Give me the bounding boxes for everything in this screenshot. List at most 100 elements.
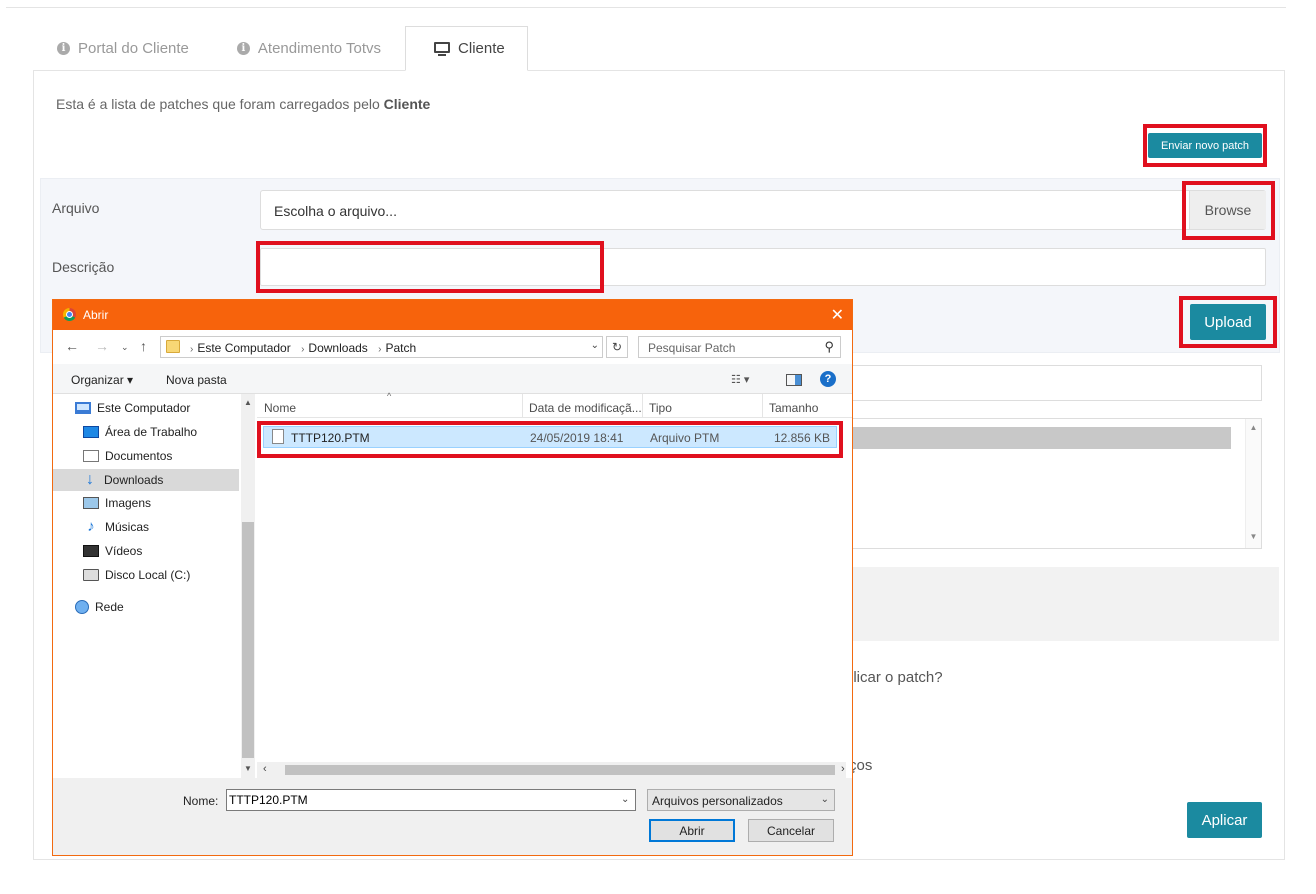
tree-item-imagens[interactable]: Imagens (83, 492, 151, 514)
file-name: TTTP120.PTM (291, 431, 370, 445)
scroll-right-icon[interactable]: › (841, 763, 845, 775)
tab-label: Cliente (458, 40, 505, 57)
dialog-navbar: ← → ⌄ ↑ › Este Computador › Downloads › Pat… (53, 330, 852, 364)
recent-chevron-icon[interactable]: ⌄ (121, 342, 129, 353)
dialog-titlebar[interactable]: Abrir ✕ (53, 300, 852, 330)
address-bar[interactable]: › Este Computador › Downloads › Patch ⌄ (160, 336, 603, 358)
scroll-up-icon[interactable]: ▲ (244, 398, 252, 407)
intro-text: Esta é a lista de patches que foram carr… (56, 96, 431, 112)
dialog-body: ← → ⌄ ↑ › Este Computador › Downloads › Pat… (53, 330, 852, 855)
tab-cliente[interactable]: Cliente (405, 26, 528, 71)
scroll-down-icon[interactable]: ▼ (244, 764, 252, 773)
send-new-patch-button[interactable]: Enviar novo patch (1148, 133, 1262, 158)
back-arrow-icon[interactable]: ← (65, 338, 79, 354)
search-placeholder: Pesquisar Patch (648, 341, 736, 355)
forward-arrow-icon[interactable]: → (95, 338, 109, 354)
tree-item-documentos[interactable]: Documentos (83, 445, 172, 467)
search-input[interactable]: Pesquisar Patch ⚲ (638, 336, 841, 358)
background-input[interactable] (845, 365, 1262, 401)
upload-button[interactable]: Upload (1190, 304, 1266, 340)
file-size: 12.856 KB (773, 431, 830, 445)
column-header-type[interactable]: Tipo (649, 401, 672, 415)
breadcrumb-item[interactable]: Patch (385, 341, 416, 355)
open-button[interactable]: Abrir (649, 819, 735, 842)
cancel-button[interactable]: Cancelar (748, 819, 834, 842)
close-icon[interactable]: ✕ (831, 305, 844, 325)
help-icon[interactable]: ? (820, 371, 836, 387)
scroll-thumb[interactable] (285, 765, 835, 775)
breadcrumb-item[interactable]: Downloads (308, 341, 367, 355)
tab-label: Portal do Cliente (78, 40, 189, 57)
documents-icon (83, 450, 99, 462)
search-icon: ⚲ (824, 339, 834, 354)
desktop-icon (83, 426, 99, 438)
folder-icon (166, 340, 180, 353)
monitor-icon (434, 41, 451, 56)
tree-item-musicas[interactable]: ♪ Músicas (83, 516, 149, 538)
refresh-icon[interactable]: ↻ (606, 336, 628, 358)
open-file-dialog: Abrir ✕ ← → ⌄ ↑ › Este Computador › Downlo… (52, 299, 853, 856)
up-arrow-icon[interactable]: ↑ (140, 338, 147, 354)
tree-item-rede[interactable]: Rede (75, 596, 124, 618)
apply-question-text: plicar o patch? (845, 669, 943, 686)
videos-icon (83, 545, 99, 557)
column-header-modified[interactable]: Data de modificaçã... (529, 401, 642, 415)
tree-scrollbar[interactable]: ▲ ▼ (241, 394, 255, 778)
file-list-header: ^ Nome Data de modificaçã... Tipo Tamanh… (257, 391, 852, 418)
filename-input[interactable] (226, 789, 636, 811)
chrome-icon (63, 308, 76, 321)
file-type-filter[interactable]: Arquivos personalizados ⌄ (647, 789, 835, 811)
file-input-placeholder: Escolha o arquivo... (274, 203, 397, 219)
chevron-down-icon[interactable]: ⌄ (621, 794, 629, 805)
column-header-name[interactable]: Nome (264, 401, 296, 415)
tree-item-area-de-trabalho[interactable]: Área de Trabalho (83, 421, 197, 443)
music-icon: ♪ (87, 518, 95, 535)
tree-item-este-computador[interactable]: Este Computador (75, 397, 190, 419)
file-list-hscrollbar[interactable]: ‹ › (257, 762, 846, 778)
top-divider (6, 7, 1286, 8)
file-modified: 24/05/2019 18:41 (530, 431, 624, 445)
breadcrumb-item[interactable]: Este Computador (197, 341, 290, 355)
dialog-footer: Nome: ⌄ Arquivos personalizados ⌄ Abrir … (53, 778, 852, 855)
arquivo-label: Arquivo (52, 200, 100, 216)
file-input[interactable]: Escolha o arquivo... (260, 190, 1266, 230)
organize-menu[interactable]: Organizar ▾ (71, 373, 133, 387)
dialog-title: Abrir (83, 308, 109, 322)
listbox-scrollbar[interactable]: ▲ ▼ (1245, 419, 1261, 548)
preview-pane-icon[interactable] (786, 374, 802, 386)
sort-caret-icon: ^ (387, 391, 392, 401)
file-icon (272, 429, 284, 444)
background-listbox[interactable]: ▲ ▼ (845, 418, 1262, 549)
tree-item-downloads[interactable]: ↓ Downloads (53, 469, 239, 491)
chevron-down-icon: ⌄ (820, 794, 829, 805)
computer-icon (75, 402, 91, 414)
file-type: Arquivo PTM (650, 431, 720, 445)
breadcrumb: › Este Computador › Downloads › Patch (190, 341, 417, 355)
apply-button[interactable]: Aplicar (1187, 802, 1262, 838)
tab-atendimento-totvs[interactable]: i Atendimento Totvs (213, 26, 405, 71)
view-options-icon[interactable]: ☷ ▾ (731, 373, 749, 386)
tab-label: Atendimento Totvs (257, 40, 382, 57)
file-type-filter-value: Arquivos personalizados (652, 794, 783, 808)
tab-bar: i Portal do Cliente i Atendimento Totvs … (33, 26, 528, 71)
file-row[interactable]: TTTP120.PTM 24/05/2019 18:41 Arquivo PTM… (263, 426, 837, 448)
tab-portal-do-cliente[interactable]: i Portal do Cliente (33, 26, 213, 71)
dialog-toolbar: Organizar ▾ Nova pasta ☷ ▾ ? (53, 364, 852, 394)
filename-label: Nome: (183, 794, 219, 808)
description-input[interactable] (260, 248, 1266, 286)
background-grey-section (845, 567, 1279, 641)
navigation-tree: Este Computador Área de Trabalho Documen… (53, 394, 241, 778)
new-folder-button[interactable]: Nova pasta (166, 373, 227, 387)
scroll-thumb[interactable] (242, 522, 254, 758)
browse-button[interactable]: Browse (1189, 191, 1266, 229)
column-header-size[interactable]: Tamanho (769, 401, 818, 415)
listbox-selected-row[interactable] (846, 427, 1231, 449)
info-icon: i (57, 42, 70, 55)
chevron-down-icon[interactable]: ⌄ (591, 340, 599, 351)
scroll-left-icon[interactable]: ‹ (263, 763, 267, 775)
file-list: ^ Nome Data de modificaçã... Tipo Tamanh… (257, 391, 852, 778)
descricao-label: Descrição (52, 259, 115, 275)
tree-item-videos[interactable]: Vídeos (83, 540, 142, 562)
tree-item-disco-local[interactable]: Disco Local (C:) (83, 564, 190, 586)
pictures-icon (83, 497, 99, 509)
